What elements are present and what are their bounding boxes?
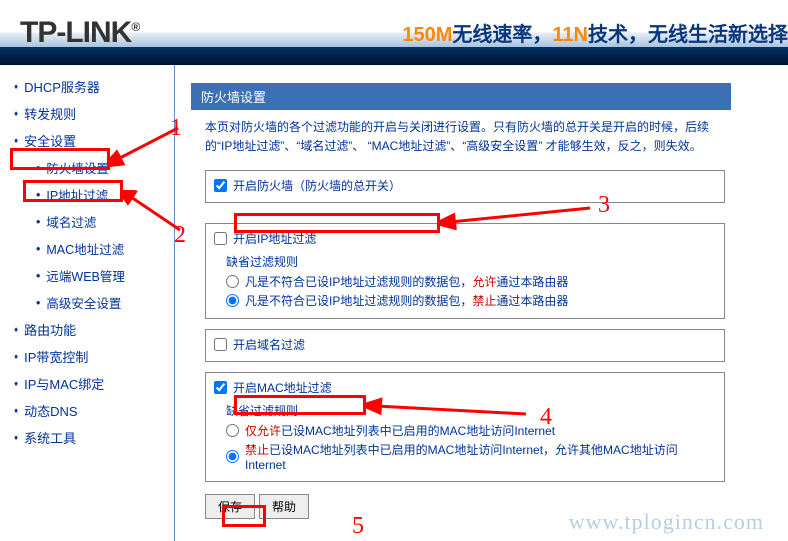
sidebar-item-2[interactable]: 安全设置 <box>14 127 174 154</box>
mac-rule-deny-radio[interactable] <box>226 450 239 463</box>
logo: TP-LINK® <box>0 16 159 50</box>
panel-title: 防火墙设置 <box>191 83 731 110</box>
sidebar-item-9[interactable]: 路由功能 <box>14 316 174 343</box>
mac-filter-row[interactable]: 开启MAC地址过滤 <box>214 379 716 396</box>
ip-rule-allow-radio[interactable] <box>226 275 239 288</box>
sidebar-item-6[interactable]: MAC地址过滤 <box>14 235 174 262</box>
panel-description: 本页对防火墙的各个过滤功能的开启与关闭进行设置。只有防火墙的总开关是开启的时候，… <box>205 118 717 156</box>
content-area: 防火墙设置 本页对防火墙的各个过滤功能的开启与关闭进行设置。只有防火墙的总开关是… <box>175 65 788 541</box>
sidebar-item-0[interactable]: DHCP服务器 <box>14 73 174 100</box>
mac-rule-allow-radio[interactable] <box>226 424 239 437</box>
button-bar: 保存 帮助 <box>205 492 717 519</box>
mac-rule-deny[interactable]: 禁止已设MAC地址列表中已启用的MAC地址访问Internet，允许其他MAC地… <box>214 440 716 473</box>
sidebar-item-3[interactable]: 防火墙设置 <box>14 154 174 181</box>
ip-rule-deny[interactable]: 凡是不符合已设IP地址过滤规则的数据包，禁止通过本路由器 <box>214 291 716 310</box>
mac-rule-allow[interactable]: 仅允许已设MAC地址列表中已启用的MAC地址访问Internet <box>214 421 716 440</box>
domain-filter-checkbox[interactable] <box>214 338 227 351</box>
sidebar-item-7[interactable]: 远端WEB管理 <box>14 262 174 289</box>
domain-filter-row[interactable]: 开启域名过滤 <box>214 336 716 353</box>
app-header: TP-LINK® 150M无线速率，11N技术，无线生活新选择 <box>0 0 788 65</box>
header-bar <box>0 47 788 65</box>
sidebar-item-12[interactable]: 动态DNS <box>14 397 174 424</box>
sidebar-item-8[interactable]: 高级安全设置 <box>14 289 174 316</box>
firewall-master-block: 开启防火墙（防火墙的总开关） <box>205 170 725 203</box>
ip-filter-row[interactable]: 开启IP地址过滤 <box>214 230 716 247</box>
firewall-master-label: 开启防火墙（防火墙的总开关） <box>233 177 401 194</box>
ip-rule-deny-radio[interactable] <box>226 294 239 307</box>
sidebar-item-1[interactable]: 转发规则 <box>14 100 174 127</box>
mac-filter-checkbox[interactable] <box>214 381 227 394</box>
mac-rule-title: 缺省过滤规则 <box>214 396 716 421</box>
sidebar-item-5[interactable]: 域名过滤 <box>14 208 174 235</box>
header-tagline: 150M无线速率，11N技术，无线生活新选择 <box>402 18 788 47</box>
firewall-master-checkbox[interactable] <box>214 179 227 192</box>
sidebar-item-11[interactable]: IP与MAC绑定 <box>14 370 174 397</box>
sidebar-item-4[interactable]: IP地址过滤 <box>14 181 174 208</box>
ip-filter-label: 开启IP地址过滤 <box>233 230 316 247</box>
ip-filter-block: 开启IP地址过滤 缺省过滤规则 凡是不符合已设IP地址过滤规则的数据包，允许通过… <box>205 223 725 319</box>
ip-rule-allow[interactable]: 凡是不符合已设IP地址过滤规则的数据包，允许通过本路由器 <box>214 272 716 291</box>
domain-filter-block: 开启域名过滤 <box>205 329 725 362</box>
ip-filter-checkbox[interactable] <box>214 232 227 245</box>
help-button[interactable]: 帮助 <box>259 494 309 519</box>
firewall-master-row[interactable]: 开启防火墙（防火墙的总开关） <box>214 177 716 194</box>
mac-filter-block: 开启MAC地址过滤 缺省过滤规则 仅允许已设MAC地址列表中已启用的MAC地址访… <box>205 372 725 482</box>
save-button[interactable]: 保存 <box>205 494 255 519</box>
mac-filter-label: 开启MAC地址过滤 <box>233 379 332 396</box>
sidebar-item-13[interactable]: 系统工具 <box>14 424 174 451</box>
domain-filter-label: 开启域名过滤 <box>233 336 305 353</box>
sidebar-item-10[interactable]: IP带宽控制 <box>14 343 174 370</box>
nav-sidebar: DHCP服务器转发规则安全设置防火墙设置IP地址过滤域名过滤MAC地址过滤远端W… <box>0 65 175 541</box>
ip-rule-title: 缺省过滤规则 <box>214 247 716 272</box>
